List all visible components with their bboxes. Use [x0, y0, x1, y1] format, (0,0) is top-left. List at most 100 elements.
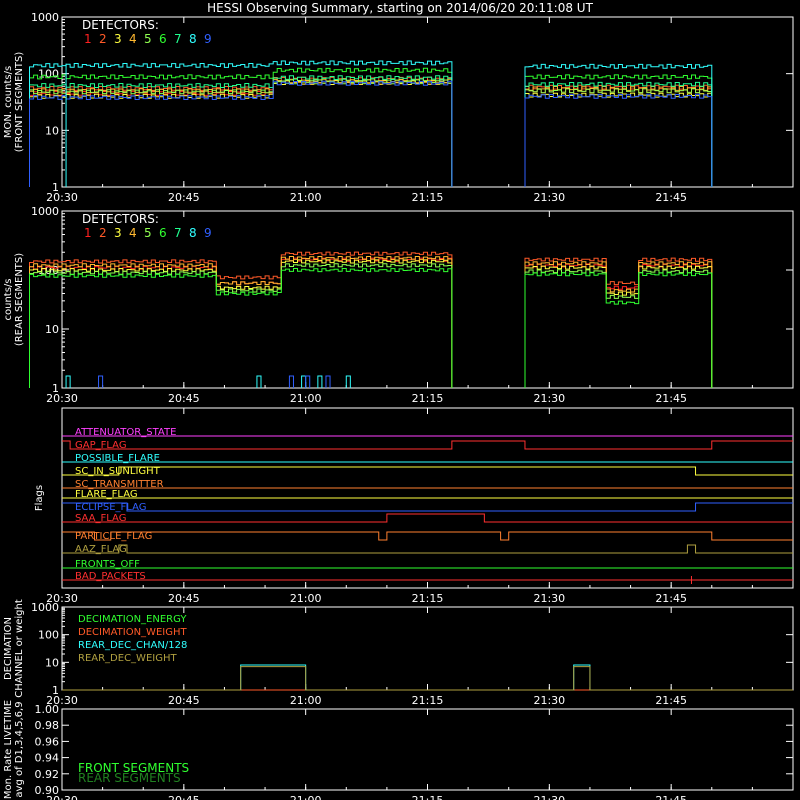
livetime-ytick-label: 0.96 [35, 735, 60, 748]
decimation-panel-xtick-label: 20:45 [168, 694, 200, 707]
front-panel-ytick-label: 1000 [31, 11, 59, 24]
rear-panel-legend-item: 7 [174, 226, 182, 240]
front-panel-ylabel: MON. counts/s [3, 66, 14, 138]
front-panel-legend-title: DETECTORS: [82, 18, 159, 32]
decimation-panel-xtick-label: 21:30 [533, 694, 565, 707]
flags-panel-xtick-label: 21:30 [533, 592, 565, 605]
rear-series-1 [29, 257, 713, 388]
rear-panel-legend-item: 6 [159, 226, 167, 240]
rear-panel-legend-item: 8 [189, 226, 197, 240]
front-panel-ytick-label: 10 [45, 124, 59, 137]
decimation-legend-item: DECIMATION_ENERGY [78, 614, 187, 625]
rear-series-5 [29, 263, 713, 388]
decimation-panel-ytick-label: 1000 [31, 601, 59, 614]
flags-panel-xtick-label: 21:00 [290, 592, 322, 605]
rear-spike [325, 375, 331, 388]
decimation-panel-ylabel: DECIMATION [3, 617, 14, 680]
figure-title: HESSI Observing Summary, starting on 201… [207, 1, 593, 15]
rear-panel-xtick-label: 20:30 [46, 392, 78, 405]
decimation-legend-item: DECIMATION_WEIGHT [78, 627, 187, 638]
front-panel-legend-item: 8 [189, 32, 197, 46]
livetime-panel-xtick-label: 20:45 [168, 794, 200, 800]
livetime-ytick-label: 1.00 [35, 703, 60, 716]
flags-panel-xtick-label: 20:45 [168, 592, 200, 605]
rear-series-3 [29, 259, 713, 388]
rear-spike [98, 375, 104, 388]
rear-series-6 [29, 268, 713, 388]
livetime-panel-xtick-label: 21:00 [290, 794, 322, 800]
flags-panel-xtick-label: 21:45 [655, 592, 687, 605]
rear-panel-legend-title: DETECTORS: [82, 212, 159, 226]
rear-spike [345, 375, 351, 388]
front-panel-ylabel: (FRONT SEGMENTS) [14, 52, 25, 153]
rear-panel-frame [61, 210, 794, 389]
decimation-panel-xtick-label: 21:15 [412, 694, 444, 707]
livetime-ytick-label: 0.90 [35, 784, 60, 797]
rear-panel-xtick-label: 21:30 [533, 392, 565, 405]
decimation-legend-item: REAR_DEC_WEIGHT [78, 653, 177, 664]
rear-panel-xtick-label: 21:00 [290, 392, 322, 405]
rear-panel-ytick-label: 1000 [31, 205, 59, 218]
livetime-panel-ylabel: Mon. Rate LIVETIME [3, 700, 14, 799]
front-panel-legend-item: 9 [204, 32, 212, 46]
front-panel-ytick-label: 1 [52, 181, 59, 194]
rear-series-4 [29, 256, 713, 388]
front-panel-legend-item: 2 [99, 32, 107, 46]
flag-line [62, 544, 793, 554]
rear-spike [65, 375, 71, 388]
rear-panel-legend-item: 9 [204, 226, 212, 240]
front-panel-legend-item: 7 [174, 32, 182, 46]
front-panel-xtick-label: 20:30 [46, 191, 78, 204]
rear-panel-legend-item: 1 [84, 226, 92, 240]
livetime-ytick-label: 0.92 [35, 768, 60, 781]
front-series-3 [29, 80, 713, 187]
rear-spike [256, 375, 262, 388]
livetime-legend-item: REAR SEGMENTS [78, 771, 181, 785]
livetime-ytick-label: 0.98 [35, 719, 60, 732]
front-series-1 [29, 80, 713, 187]
front-panel-xtick-label: 21:30 [533, 191, 565, 204]
front-panel-xtick-label: 21:15 [412, 191, 444, 204]
front-series-7 [29, 75, 713, 187]
flag-line [62, 531, 793, 541]
front-panel-xtick-label: 21:00 [290, 191, 322, 204]
flag-line [62, 440, 793, 450]
figure-svg: HESSI Observing Summary, starting on 201… [3, 1, 794, 800]
front-panel-legend-item: 1 [84, 32, 92, 46]
front-panel-legend-item: 6 [159, 32, 167, 46]
front-panel-frame [61, 16, 794, 188]
front-panel-xtick-label: 21:45 [655, 191, 687, 204]
rear-panel-xtick-label: 21:15 [412, 392, 444, 405]
flag-line [62, 466, 793, 476]
front-panel-xtick-label: 20:45 [168, 191, 200, 204]
decimation-panel-ytick-label: 1 [52, 684, 59, 697]
flag-line [62, 502, 793, 512]
decimation-panel-ytick-label: 10 [45, 656, 59, 669]
rear-panel-ytick-label: 1 [52, 382, 59, 395]
livetime-ytick-label: 0.94 [35, 752, 60, 765]
rear-spike [288, 375, 294, 388]
livetime-panel-ylabel: avg of D1,3,4,5,6,9 [14, 701, 25, 797]
flag-line [62, 513, 793, 523]
summary-figure: HESSI Observing Summary, starting on 201… [0, 0, 800, 800]
decimation-legend-item: REAR_DEC_CHAN/128 [78, 640, 187, 651]
decimation-panel-xtick-label: 21:45 [655, 694, 687, 707]
rear-panel-ytick-label: 10 [45, 323, 59, 336]
livetime-panel-xtick-label: 21:45 [655, 794, 687, 800]
flags-panel-xtick-label: 21:15 [412, 592, 444, 605]
rear-panel-legend-item: 5 [144, 226, 152, 240]
rear-panel-xtick-label: 21:45 [655, 392, 687, 405]
livetime-panel-xtick-label: 21:30 [533, 794, 565, 800]
decimation-panel-ytick-label: 100 [38, 629, 59, 642]
decimation-panel-ylabel: CHANNEL or weight [14, 599, 25, 698]
rear-spike [317, 375, 323, 388]
rear-panel-legend-item: 2 [99, 226, 107, 240]
decimation-panel-xtick-label: 21:00 [290, 694, 322, 707]
rear-spike [301, 375, 307, 388]
rear-panel-legend-item: 3 [114, 226, 122, 240]
flag-label: PARTICLE_FLAG [75, 531, 152, 542]
front-panel-legend-item: 5 [144, 32, 152, 46]
front-panel-legend-item: 3 [114, 32, 122, 46]
rear-spike [305, 375, 311, 388]
rear-panel-ylabel: counts/s [3, 278, 14, 320]
